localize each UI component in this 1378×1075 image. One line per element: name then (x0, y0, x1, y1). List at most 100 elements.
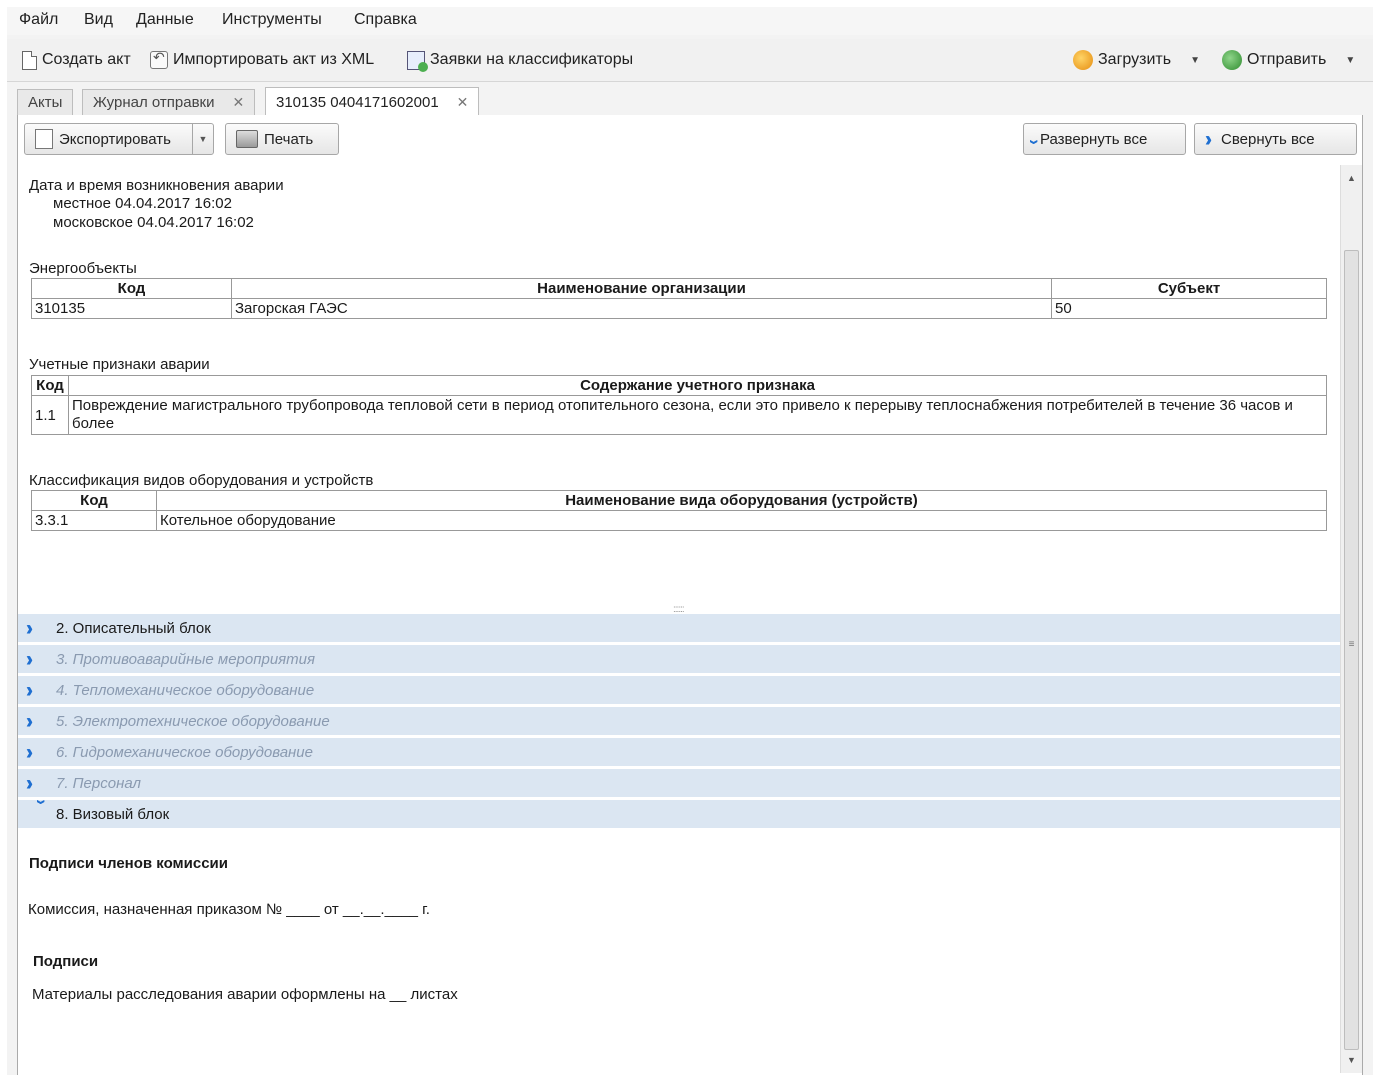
menu-view[interactable]: Вид (84, 11, 113, 29)
menu-file[interactable]: Файл (19, 11, 58, 29)
section-personnel[interactable]: ›› 7. Персонал (18, 769, 1341, 797)
create-act-label: Создать акт (42, 51, 131, 68)
print-label: Печать (264, 130, 314, 148)
table-cell: 1.1 (31, 395, 69, 435)
column-header: Наименование организации (231, 278, 1052, 299)
section-label: 3. Противоаварийные мероприятия (56, 650, 316, 668)
table-row: 3.3.1 Котельное оборудование (31, 510, 1327, 531)
expand-all-button[interactable]: ›› Развернуть все (1023, 123, 1186, 155)
scroll-up-icon[interactable]: ▲ (1341, 173, 1362, 191)
chevron-right-icon: ›› (26, 646, 33, 671)
table-header-row: Код Наименование организации Субъект (31, 278, 1327, 299)
tab-document-label: 310135 0404171602001 (276, 93, 439, 111)
printer-icon (236, 130, 258, 148)
close-icon[interactable]: ✕ (233, 94, 245, 111)
section-visa[interactable]: ›› 8. Визовый блок (18, 800, 1341, 828)
moscow-datetime: московское 04.04.2017 16:02 (53, 214, 254, 231)
chevron-right-icon: ›› (1205, 126, 1212, 151)
export-button[interactable]: Экспортировать (24, 123, 193, 155)
tab-bar: Акты Журнал отправки ✕ 310135 0404171602… (17, 83, 1363, 116)
tab-journal-label: Журнал отправки (93, 94, 215, 111)
column-header: Код (31, 278, 232, 299)
collapse-all-label: Свернуть все (1221, 130, 1315, 148)
accident-signs-title: Учетные признаки аварии (29, 356, 210, 373)
commission-order-text: Комиссия, назначенная приказом № ____ от… (28, 901, 430, 918)
main-toolbar: Создать акт Импортировать акт из XML Зая… (7, 39, 1373, 82)
export-dropdown-icon[interactable]: ▼ (192, 123, 214, 155)
section-descriptive[interactable]: ›› 2. Описательный блок (18, 614, 1341, 642)
table-row: 1.1 Повреждение магистрального трубопров… (31, 395, 1327, 435)
menu-tools[interactable]: Инструменты (222, 11, 322, 29)
send-label: Отправить (1247, 51, 1327, 68)
table-cell: 3.3.1 (31, 510, 157, 531)
column-header: Код (31, 375, 69, 396)
datetime-title: Дата и время возникновения аварии (29, 177, 284, 194)
section-label: 5. Электротехническое оборудование (56, 712, 330, 730)
refresh-icon (1073, 50, 1093, 70)
close-icon[interactable]: ✕ (457, 94, 469, 111)
section-label: 7. Персонал (56, 774, 141, 792)
load-label: Загрузить (1098, 51, 1172, 68)
section-emergency-measures[interactable]: ›› 3. Противоаварийные мероприятия (18, 645, 1341, 673)
members-signatures-title: Подписи членов комиссии (29, 855, 228, 872)
chevron-right-icon: ›› (26, 770, 33, 795)
vertical-scrollbar[interactable]: ▲ ≡ ▼ (1340, 165, 1362, 1073)
load-dropdown-icon[interactable]: ▼ (1190, 55, 1200, 66)
send-icon (1222, 50, 1242, 70)
tab-document[interactable]: 310135 0404171602001 ✕ (265, 87, 480, 116)
energy-objects-title: Энергообъекты (29, 260, 137, 277)
expand-all-label: Развернуть все (1040, 130, 1148, 148)
collapse-all-button[interactable]: ›› Свернуть все (1194, 123, 1357, 155)
panel-toolbar: Экспортировать ▼ Печать ›› Развернуть вс… (18, 115, 1362, 165)
scroll-thumb[interactable]: ≡ (1344, 250, 1359, 1050)
tab-acts-label: Акты (28, 94, 63, 111)
import-xml-button[interactable]: Импортировать акт из XML (150, 48, 374, 72)
section-label: 4. Тепломеханическое оборудование (56, 681, 315, 699)
classifier-claims-button[interactable]: Заявки на классификаторы (407, 48, 633, 72)
chevron-right-icon: ›› (26, 739, 33, 764)
scroll-down-icon[interactable]: ▼ (1341, 1055, 1362, 1073)
load-button[interactable]: Загрузить ▼ (1073, 48, 1200, 72)
export-icon (35, 129, 53, 149)
table-header-row: Код Наименование вида оборудования (устр… (31, 490, 1327, 511)
signatures-title: Подписи (33, 953, 99, 970)
section-hydromechanical[interactable]: ›› 6. Гидромеханическое оборудование (18, 738, 1341, 766)
send-button[interactable]: Отправить ▼ (1222, 48, 1355, 72)
table-cell: 310135 (31, 298, 232, 319)
materials-text: Материалы расследования аварии оформлены… (32, 986, 458, 1003)
section-label: 2. Описательный блок (56, 619, 211, 637)
menu-data[interactable]: Данные (136, 11, 194, 29)
claims-icon (407, 50, 428, 72)
document-icon (22, 50, 37, 70)
section-electrotechnical[interactable]: ›› 5. Электротехническое оборудование (18, 707, 1341, 735)
chevron-right-icon: ›› (26, 677, 33, 702)
local-datetime: местное 04.04.2017 16:02 (53, 195, 232, 212)
equipment-classification-table: Код Наименование вида оборудования (устр… (31, 490, 1327, 531)
menu-help[interactable]: Справка (354, 11, 417, 29)
tab-acts[interactable]: Акты (17, 89, 74, 115)
accident-signs-table: Код Содержание учетного признака 1.1 Пов… (31, 375, 1327, 435)
table-cell: Котельное оборудование (156, 510, 1327, 531)
column-header: Содержание учетного признака (68, 375, 1327, 396)
table-cell: Загорская ГАЭС (231, 298, 1052, 319)
classifier-claims-label: Заявки на классификаторы (430, 51, 634, 68)
document-content: ‾‾ ‾ ‾‾ ‾‾‾‾‾‾‾ ‾‾‾‾‾‾‾‾‾‾‾‾ Дата и врем… (18, 165, 1341, 1073)
section-thermomechanical[interactable]: ›› 4. Тепломеханическое оборудование (18, 676, 1341, 704)
table-cell: Повреждение магистрального трубопровода … (68, 395, 1327, 435)
table-cell: 50 (1051, 298, 1327, 319)
export-label: Экспортировать (59, 130, 171, 148)
print-button[interactable]: Печать (225, 123, 339, 155)
import-xml-label: Импортировать акт из XML (173, 51, 375, 68)
chevron-down-icon: ›› (31, 799, 51, 829)
column-header: Наименование вида оборудования (устройст… (156, 490, 1327, 511)
app-window: Файл Вид Данные Инструменты Справка Созд… (7, 7, 1373, 1075)
menu-bar: Файл Вид Данные Инструменты Справка (7, 7, 1373, 35)
send-dropdown-icon[interactable]: ▼ (1345, 55, 1355, 66)
section-label: 6. Гидромеханическое оборудование (56, 743, 313, 761)
table-row: 310135 Загорская ГАЭС 50 (31, 298, 1327, 319)
grip-icon: ≡ (1348, 639, 1355, 650)
tab-journal[interactable]: Журнал отправки ✕ (82, 89, 256, 115)
clipped-text-line: ‾‾ ‾ ‾‾ ‾‾‾‾‾‾‾ ‾‾‾‾‾‾‾‾‾‾‾‾ (36, 165, 174, 173)
create-act-button[interactable]: Создать акт (22, 48, 131, 72)
equipment-classification-title: Классификация видов оборудования и устро… (29, 472, 374, 489)
